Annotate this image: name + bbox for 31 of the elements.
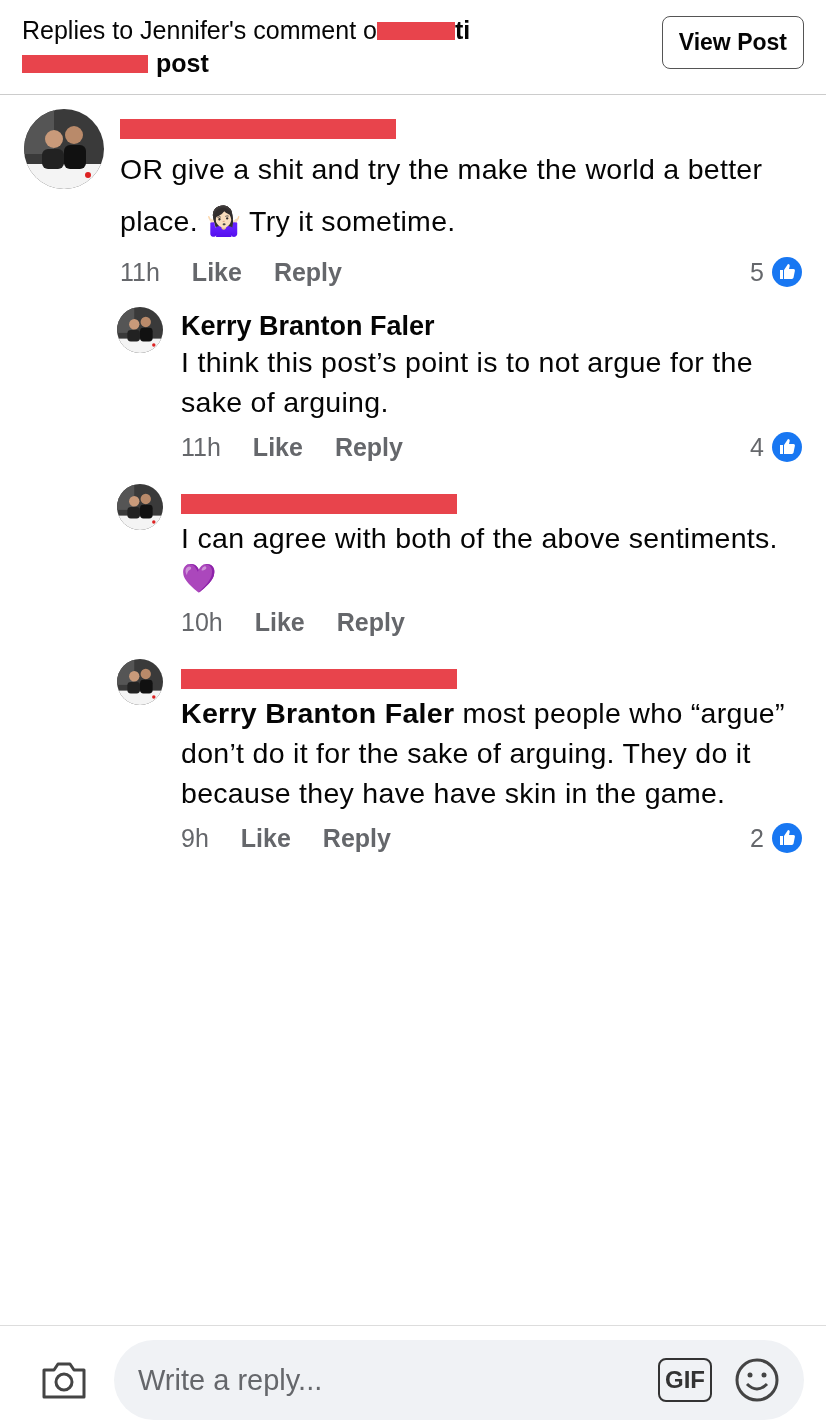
reply-input-field[interactable]: Write a reply... GIF — [114, 1340, 804, 1420]
like-icon — [772, 823, 802, 853]
comment-time: 10h — [181, 608, 223, 637]
author-name: Kerry Branton Faler — [181, 311, 436, 342]
comment-text: I think this post’s point is to not argue for the sake of arguing. — [181, 345, 754, 420]
comment-time: 11h — [181, 432, 221, 462]
header-title: post — [156, 49, 209, 78]
comment-text: Kerry Branton Faler most people who “argue” don’t do it for the sake of arguing. They do it because they have have skin in the game. — [181, 696, 786, 811]
camera-icon[interactable] — [40, 1360, 88, 1400]
reaction-count: 5 — [750, 257, 764, 287]
header-title: ti — [454, 16, 471, 45]
view-post-button[interactable]: View Post — [661, 16, 804, 69]
like-icon — [772, 432, 802, 462]
gif-button[interactable]: GIF — [658, 1358, 712, 1402]
like-icon — [772, 257, 802, 287]
emoji-icon[interactable] — [734, 1357, 780, 1403]
like-link[interactable]: Like — [254, 608, 305, 637]
reply-link[interactable]: Reply — [334, 432, 403, 462]
reply-link[interactable]: Reply — [322, 823, 391, 853]
reply-link[interactable]: Reply — [336, 608, 405, 637]
header-title: Replies to Jennifer's comment o — [22, 16, 377, 45]
reaction-count: 4 — [750, 432, 764, 462]
like-link[interactable]: Like — [191, 257, 242, 287]
reaction-count: 2 — [750, 823, 764, 853]
like-link[interactable]: Like — [240, 823, 291, 853]
comment-time: 9h — [181, 823, 209, 853]
like-link[interactable]: Like — [252, 432, 303, 462]
reply-link[interactable]: Reply — [273, 257, 342, 287]
comment-text: I can agree with both of the above sentiments. 💜 — [181, 521, 779, 596]
comment-time: 11h — [120, 257, 160, 287]
comment-text: OR give a shit and try the make the world a better place. 🤷🏻‍♀ Try it sometime. — [120, 152, 764, 239]
